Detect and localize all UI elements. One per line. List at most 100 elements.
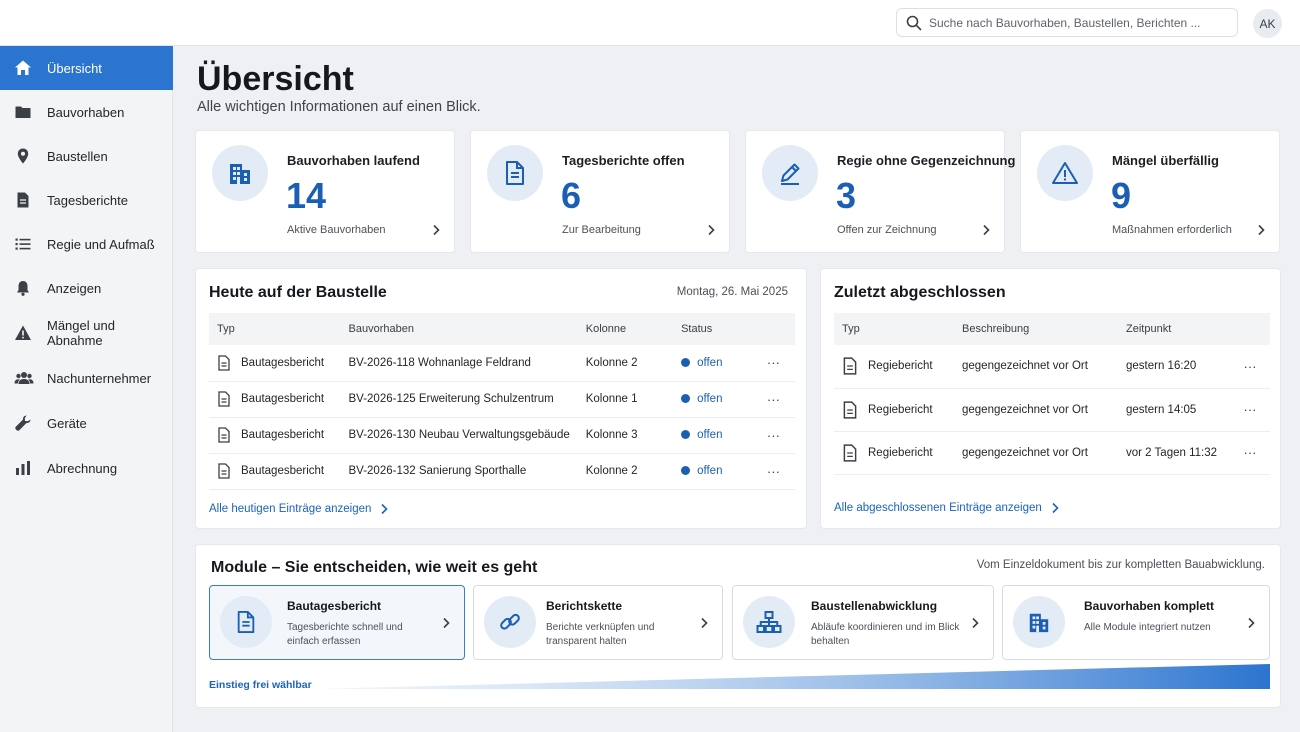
kpi-label: Bauvorhaben laufend (287, 153, 420, 168)
cell-typ-label: Bautagesbericht (241, 465, 325, 478)
column-header: Status (673, 313, 752, 345)
cell-kolonne: Kolonne 3 (577, 417, 674, 454)
kpi-value: 6 (561, 175, 582, 216)
page-title: Übersicht (197, 60, 354, 98)
document-icon (237, 611, 255, 633)
bell-icon (17, 281, 29, 296)
sidebar-item-uebersicht[interactable]: Übersicht (0, 46, 173, 90)
status-badge: offen (697, 393, 723, 405)
cell-status: offen (673, 345, 752, 382)
more-options-button[interactable]: ··· (1230, 431, 1270, 475)
sidebar-item-baustellen[interactable]: Baustellen (0, 134, 173, 178)
sidebar-item-geraete[interactable]: Geräte (0, 401, 173, 445)
column-header: Kolonne (577, 313, 674, 345)
table-row[interactable]: Regiebericht gegengezeichnet vor Ort ges… (834, 388, 1270, 432)
table-row[interactable]: Regiebericht gegengezeichnet vor Ort vor… (834, 431, 1270, 475)
module-icon-circle (1013, 596, 1065, 648)
kpi-card-tagesberichte[interactable]: Tagesberichte offen 6 Zur Bearbeitung (470, 130, 730, 253)
modules-note: Vom Einzeldokument bis zur kompletten Ba… (976, 559, 1265, 571)
warning-icon (1052, 162, 1078, 184)
table-row[interactable]: Bautagesbericht BV-2026-125 Erweiterung … (209, 381, 795, 418)
kpi-value: 3 (836, 175, 857, 216)
sidebar-item-nachunternehmer[interactable]: Nachunternehmer (0, 356, 173, 400)
cell-typ: Bautagesbericht (209, 381, 341, 418)
kpi-icon-circle (487, 145, 543, 201)
status-dot (681, 466, 691, 476)
module-description: Abläufe koordinieren und im Blick behalt… (811, 622, 960, 647)
more-options-button[interactable]: ··· (751, 381, 795, 418)
cell-status: offen (673, 453, 752, 490)
kpi-card-maengel[interactable]: Mängel überfällig 9 Maßnahmen erforderli… (1020, 130, 1280, 253)
table-row[interactable]: Regiebericht gegengezeichnet vor Ort ges… (834, 345, 1270, 389)
sidebar-item-label: Geräte (47, 415, 87, 431)
chevron-right-icon (443, 617, 450, 629)
map-pin-icon (17, 148, 29, 164)
sidebar-item-abrechnung[interactable]: Abrechnung (0, 446, 173, 490)
module-card-berichtskette[interactable]: Berichtskette Berichte verknüpfen und tr… (473, 585, 723, 660)
building-icon (1029, 613, 1049, 633)
sidebar-item-maengel-abnahme[interactable]: Mängel und Abnahme (0, 311, 173, 355)
more-options-button[interactable]: ··· (1230, 345, 1270, 389)
page-subtitle: Alle wichtigen Informationen auf einen B… (197, 99, 481, 115)
kpi-card-bauvorhaben[interactable]: Bauvorhaben laufend 14 Aktive Bauvorhabe… (195, 130, 455, 253)
more-options-button[interactable]: ··· (1230, 388, 1270, 432)
module-card-baustellenabwicklung[interactable]: Baustellenabwicklung Abläufe koordiniere… (732, 585, 994, 660)
sidebar-item-label: Mängel und Abnahme (47, 318, 115, 348)
cell-typ: Regiebericht (834, 345, 954, 389)
module-card-bautagesbericht[interactable]: Bautagesbericht Tagesberichte schnell un… (209, 585, 465, 660)
show-all-today-link[interactable]: Alle heutigen Einträge anzeigen (209, 503, 389, 515)
chevron-right-icon (708, 224, 715, 236)
recent-panel: Zuletzt abgeschlossen Typ Beschreibung Z… (820, 268, 1281, 529)
chevron-right-icon (1248, 617, 1255, 629)
sidebar-item-bauvorhaben[interactable]: Bauvorhaben (0, 90, 173, 134)
document-icon (218, 463, 230, 479)
hierarchy-icon (756, 611, 782, 633)
module-icon-circle (220, 596, 272, 648)
search-input[interactable] (929, 9, 1229, 36)
cell-status: offen (673, 417, 752, 454)
bar-chart-icon (16, 461, 30, 475)
modules-title: Module – Sie entscheiden, wie weit es ge… (211, 559, 538, 576)
cell-bauvorhaben: BV-2026-130 Neubau Verwaltungsgebäude (340, 417, 578, 454)
kpi-subtext: Aktive Bauvorhaben (287, 224, 386, 236)
more-options-button[interactable]: ··· (751, 417, 795, 454)
kpi-icon-circle (762, 145, 818, 201)
cell-beschreibung: gegengezeichnet vor Ort (954, 345, 1118, 389)
sidebar-item-label: Tagesberichte (47, 192, 128, 208)
column-header: Zeitpunkt (1118, 313, 1230, 345)
more-options-button[interactable]: ··· (751, 345, 795, 382)
chevron-right-icon (1258, 224, 1265, 236)
document-icon (843, 400, 857, 419)
avatar[interactable]: AK (1253, 9, 1282, 38)
module-card-bauvorhaben-komplett[interactable]: Bauvorhaben komplett Alle Module integri… (1002, 585, 1270, 660)
module-icon-circle (743, 596, 795, 648)
list-icon (15, 238, 31, 250)
column-header: Bauvorhaben (340, 313, 578, 345)
sidebar-item-anzeigen[interactable]: Anzeigen (0, 266, 173, 310)
chevron-right-icon (972, 617, 979, 629)
table-row[interactable]: Bautagesbericht BV-2026-118 Wohnanlage F… (209, 345, 795, 382)
module-description: Tagesberichte schnell und einfach erfass… (287, 622, 403, 647)
sidebar-item-regie-aufmass[interactable]: Regie und Aufmaß (0, 222, 173, 266)
cell-bauvorhaben: BV-2026-125 Erweiterung Schulzentrum (340, 381, 578, 418)
table-row[interactable]: Bautagesbericht BV-2026-132 Sanierung Sp… (209, 453, 795, 490)
cell-typ-label: Regiebericht (868, 360, 933, 373)
more-options-button[interactable]: ··· (751, 453, 795, 490)
sidebar-item-tagesberichte[interactable]: Tagesberichte (0, 178, 173, 222)
document-icon (506, 161, 524, 185)
cell-beschreibung: gegengezeichnet vor Ort (954, 431, 1118, 475)
people-icon (14, 372, 34, 384)
show-all-recent-link[interactable]: Alle abgeschlossenen Einträge anzeigen (834, 502, 1059, 514)
chevron-right-icon (701, 617, 708, 629)
search-box[interactable] (896, 8, 1238, 37)
cell-typ: Regiebericht (834, 388, 954, 432)
document-icon (843, 357, 857, 375)
kpi-card-regie[interactable]: Regie ohne Gegenzeichnung 3 Offen zur Ze… (745, 130, 1015, 253)
sidebar-item-label: Anzeigen (47, 280, 102, 296)
modules-panel: Module – Sie entscheiden, wie weit es ge… (195, 544, 1281, 708)
table-row[interactable]: Bautagesbericht BV-2026-130 Neubau Verwa… (209, 417, 795, 454)
cell-bauvorhaben: BV-2026-132 Sanierung Sporthalle (340, 453, 578, 490)
document-icon (218, 427, 230, 443)
cell-typ-label: Regiebericht (868, 446, 933, 459)
status-dot (681, 394, 691, 404)
